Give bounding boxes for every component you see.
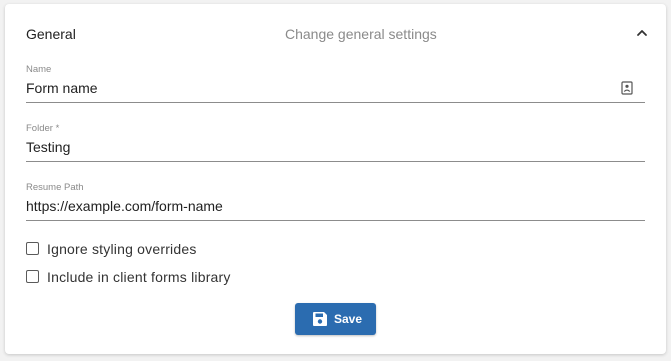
folder-field: Folder * bbox=[26, 121, 645, 165]
section-header[interactable]: General Change general settings bbox=[5, 4, 666, 62]
include-in-library-checkbox-row[interactable]: Include in client forms library bbox=[26, 268, 266, 288]
include-in-library-label: Include in client forms library bbox=[47, 269, 231, 285]
name-field-underline bbox=[26, 102, 645, 103]
resume-path-field: Resume Path bbox=[26, 180, 645, 224]
section-subtitle: Change general settings bbox=[285, 26, 437, 42]
save-button-label: Save bbox=[334, 312, 363, 326]
folder-input[interactable] bbox=[26, 137, 606, 157]
resume-path-field-underline bbox=[26, 220, 645, 221]
general-settings-panel: General Change general settings Name Fol… bbox=[5, 4, 666, 354]
resume-path-field-label: Resume Path bbox=[26, 182, 84, 193]
folder-field-label: Folder * bbox=[26, 123, 60, 134]
ignore-styling-overrides-checkbox-row[interactable]: Ignore styling overrides bbox=[26, 240, 246, 260]
name-input[interactable] bbox=[26, 78, 606, 98]
resume-path-input[interactable] bbox=[26, 196, 606, 216]
save-button[interactable]: Save bbox=[295, 303, 376, 335]
name-field-label: Name bbox=[26, 64, 52, 75]
section-title: General bbox=[26, 26, 76, 42]
include-in-library-checkbox[interactable] bbox=[26, 270, 39, 283]
name-field: Name bbox=[26, 62, 645, 106]
ignore-styling-overrides-label: Ignore styling overrides bbox=[47, 241, 197, 257]
contact-card-icon[interactable] bbox=[620, 81, 634, 95]
ignore-styling-overrides-checkbox[interactable] bbox=[26, 242, 39, 255]
floppy-disk-icon bbox=[312, 311, 328, 327]
chevron-up-icon[interactable] bbox=[631, 22, 653, 44]
folder-field-underline bbox=[26, 161, 645, 162]
